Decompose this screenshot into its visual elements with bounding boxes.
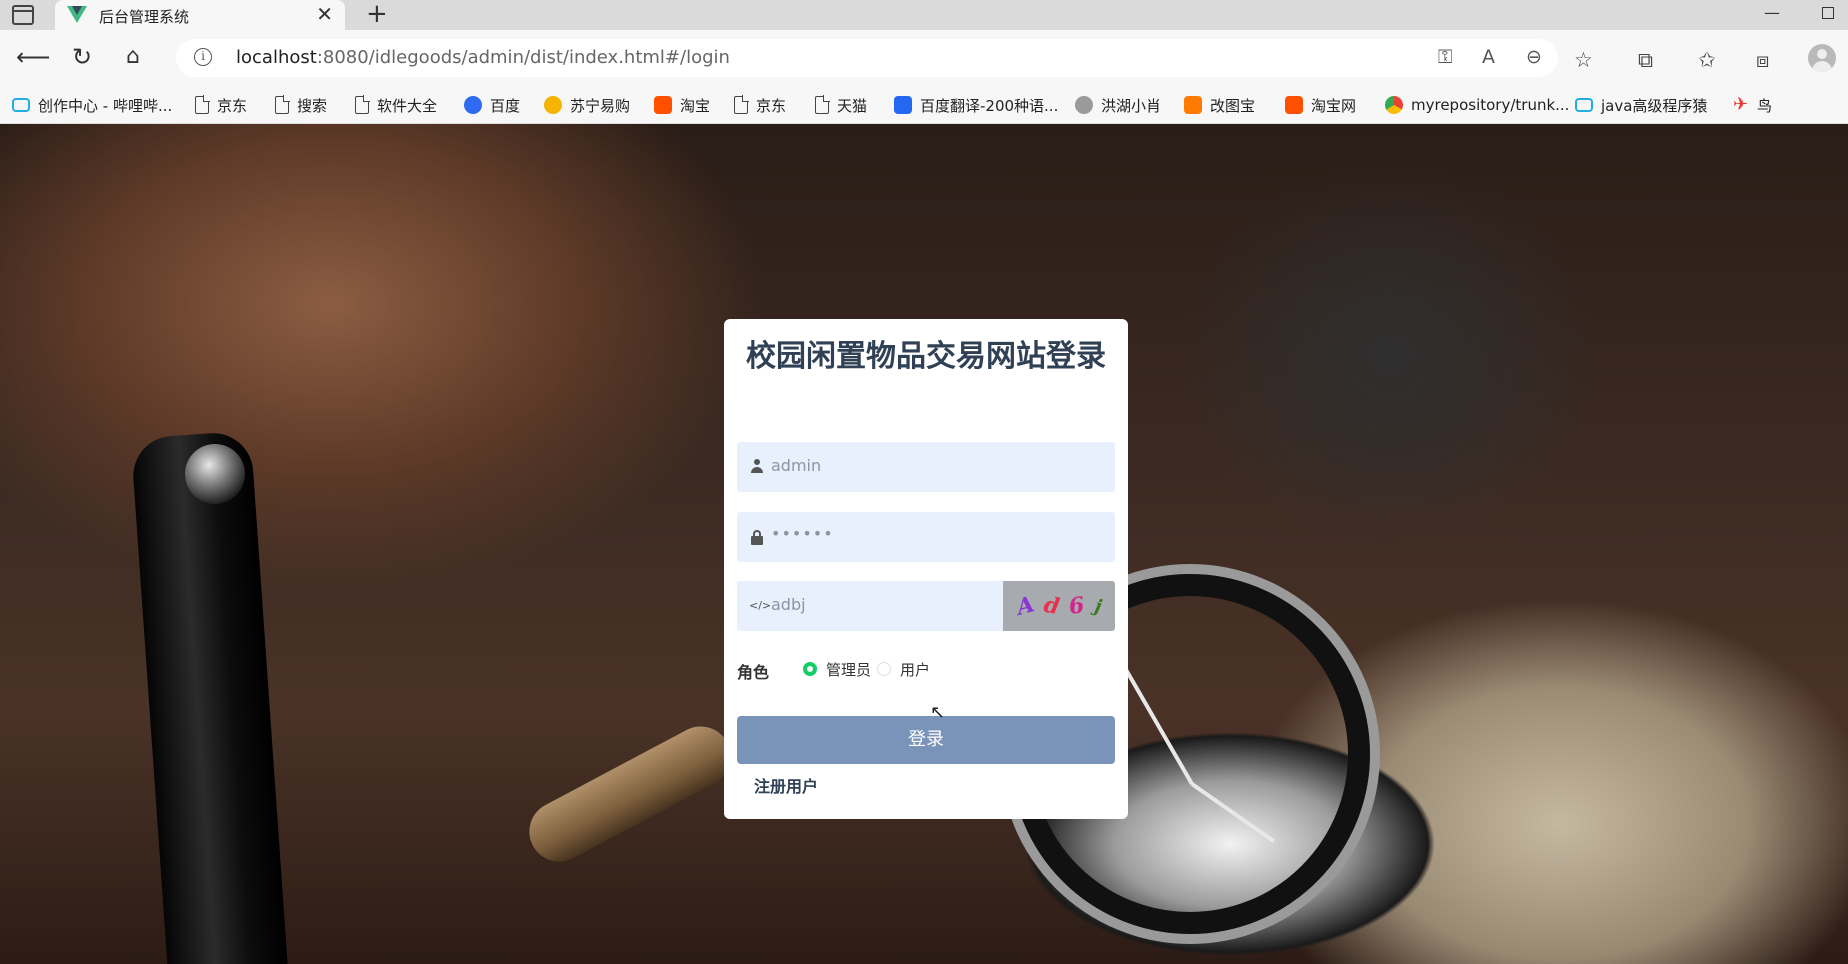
browser-toolbar: ⟵ ↻ ⌂ i localhost:8080/idlegoods/admin/d… xyxy=(0,30,1848,86)
bilibili-icon xyxy=(12,98,30,112)
password-value: •••••• xyxy=(771,524,834,543)
avatar-icon xyxy=(1075,96,1093,114)
bookmark-item[interactable]: 软件大全 xyxy=(355,86,437,124)
back-icon[interactable]: ⟵ xyxy=(16,42,50,72)
favorites-icon[interactable]: ✩ xyxy=(1698,48,1716,72)
url-text[interactable]: localhost:8080/idlegoods/admin/dist/inde… xyxy=(236,47,730,68)
bookmark-item[interactable]: java高级程序猿 xyxy=(1575,86,1707,124)
add-favorite-icon[interactable]: ☆ xyxy=(1574,48,1593,72)
tab-actions-icon[interactable] xyxy=(12,5,34,25)
bird-icon: ✈ xyxy=(1733,94,1749,115)
captcha-char: A xyxy=(1013,591,1037,621)
login-button[interactable]: 登录 xyxy=(737,716,1115,764)
bookmark-item[interactable]: 京东 xyxy=(734,86,786,124)
taobao-icon xyxy=(654,96,672,114)
page-icon xyxy=(195,95,210,114)
captcha-char: j xyxy=(1092,595,1104,617)
home-icon[interactable]: ⌂ xyxy=(126,42,140,72)
bookmark-item[interactable]: 苏宁易购 xyxy=(544,86,630,124)
role-label: 角色 xyxy=(737,663,770,682)
login-title: 校园闲置物品交易网站登录 xyxy=(746,339,1106,374)
username-value: admin xyxy=(771,456,822,475)
password-field[interactable]: •••••• xyxy=(737,512,1115,562)
lock-icon xyxy=(751,530,763,545)
bookmark-item[interactable]: ✈ 鸟 xyxy=(1733,86,1772,124)
captcha-value: adbj xyxy=(771,595,806,614)
key-icon[interactable]: ⚿ xyxy=(1438,46,1452,68)
captcha-field[interactable]: </> adbj xyxy=(737,581,1003,631)
bookmark-item[interactable]: myrepository/trunk... xyxy=(1385,86,1569,124)
tab-title: 后台管理系统 xyxy=(99,8,190,26)
bookmark-item[interactable]: 创作中心 - 哔哩哔... xyxy=(12,86,172,124)
bookmark-item[interactable]: 百度翻译-200种语... xyxy=(894,86,1058,124)
register-link[interactable]: 注册用户 xyxy=(754,773,818,797)
bookmark-item[interactable]: 洪湖小肖 xyxy=(1075,86,1161,124)
background-pen-image xyxy=(130,430,290,964)
page-icon xyxy=(734,95,749,114)
bookmark-item[interactable]: 搜索 xyxy=(275,86,327,124)
captcha-image[interactable]: A d 6 j xyxy=(1003,581,1115,631)
collections-icon[interactable]: ⧈ xyxy=(1756,48,1769,73)
taobao-icon xyxy=(1285,96,1303,114)
refresh-icon[interactable]: ↻ xyxy=(72,42,92,72)
suning-icon xyxy=(544,96,562,114)
address-bar[interactable]: i localhost:8080/idlegoods/admin/dist/in… xyxy=(176,39,1558,77)
bookmark-item[interactable]: 改图宝 xyxy=(1184,86,1255,124)
background-pen-cap-image xyxy=(185,444,245,504)
page-icon xyxy=(355,95,370,114)
role-radio-user[interactable] xyxy=(877,662,891,676)
bookmark-item[interactable]: 京东 xyxy=(195,86,247,124)
chrome-icon xyxy=(1385,96,1403,114)
captcha-char: 6 xyxy=(1067,592,1087,620)
bookmark-item[interactable]: 百度 xyxy=(464,86,520,124)
captcha-char: d xyxy=(1041,591,1062,621)
mouse-cursor-icon: ↖ xyxy=(930,702,946,723)
page-icon xyxy=(815,95,830,114)
site-info-icon[interactable]: i xyxy=(194,48,212,66)
tab-close-icon[interactable]: ✕ xyxy=(316,2,333,26)
role-option-admin[interactable]: 管理员 xyxy=(826,659,871,680)
window-maximize-icon[interactable] xyxy=(1822,7,1834,19)
browser-tab-bar: 后台管理系统 ✕ + — xyxy=(0,0,1848,30)
window-minimize-icon[interactable]: — xyxy=(1764,3,1780,22)
username-field[interactable]: admin xyxy=(737,442,1115,492)
login-card: 校园闲置物品交易网站登录 admin •••••• </> adbj A d 6… xyxy=(724,319,1128,819)
extensions-icon[interactable]: ⧉ xyxy=(1638,48,1653,73)
gaitubao-icon xyxy=(1184,96,1202,114)
read-aloud-icon[interactable]: A xyxy=(1482,46,1495,68)
baidu-icon xyxy=(464,96,482,114)
background-nib-image xyxy=(518,715,742,873)
translate-icon xyxy=(894,96,912,114)
bookmark-item[interactable]: 淘宝 xyxy=(654,86,710,124)
login-page-background: 校园闲置物品交易网站登录 admin •••••• </> adbj A d 6… xyxy=(0,124,1848,964)
role-radio-admin[interactable] xyxy=(803,662,817,676)
profile-avatar[interactable] xyxy=(1808,44,1836,72)
bilibili-icon xyxy=(1575,98,1593,112)
user-icon xyxy=(751,459,763,473)
zoom-icon[interactable]: ⊖ xyxy=(1526,46,1542,68)
bookmarks-bar: 创作中心 - 哔哩哔... 京东 搜索 软件大全 百度 苏宁易购 淘宝 京东 天… xyxy=(0,86,1848,124)
bookmark-item[interactable]: 天猫 xyxy=(815,86,867,124)
vue-favicon-icon xyxy=(67,6,87,23)
browser-tab[interactable]: 后台管理系统 ✕ xyxy=(55,0,345,30)
new-tab-button[interactable]: + xyxy=(366,0,388,28)
code-icon: </> xyxy=(749,599,772,612)
role-option-user[interactable]: 用户 xyxy=(900,659,930,680)
page-icon xyxy=(275,95,290,114)
bookmark-item[interactable]: 淘宝网 xyxy=(1285,86,1356,124)
